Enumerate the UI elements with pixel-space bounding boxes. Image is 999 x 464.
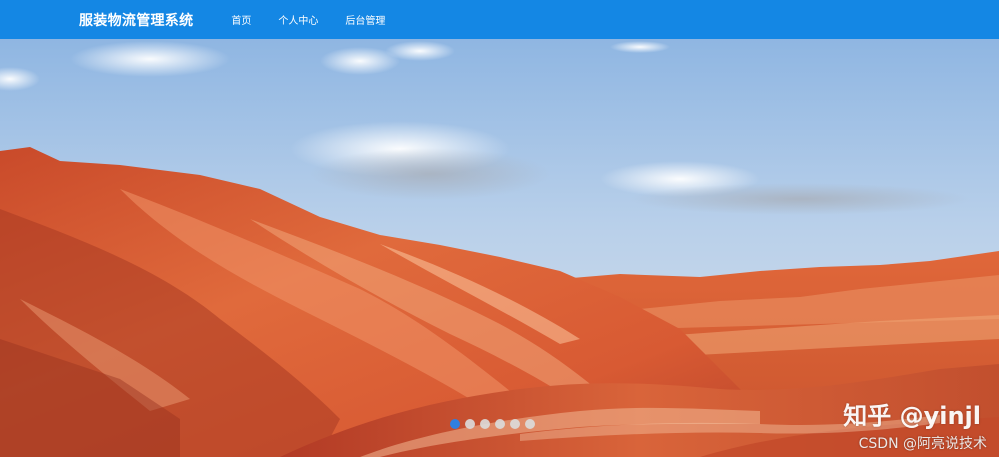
nav-link-admin[interactable]: 后台管理 (345, 12, 385, 27)
carousel-indicator-5[interactable] (510, 419, 520, 429)
nav-link-personal-center[interactable]: 个人中心 (278, 12, 318, 27)
hero-carousel[interactable] (0, 39, 999, 457)
csdn-watermark: CSDN @阿亮说技术 (858, 436, 987, 452)
main-nav: 首页 个人中心 后台管理 (231, 12, 412, 27)
nav-link-home[interactable]: 首页 (231, 12, 251, 27)
carousel-slide-image (0, 39, 999, 457)
carousel-indicators (450, 419, 535, 429)
zhihu-watermark: 知乎 @yinjl (843, 402, 981, 430)
app-root: 服装物流管理系统 首页 个人中心 后台管理 知乎 @yinjl CSDN @阿亮… (0, 0, 999, 464)
carousel-indicator-3[interactable] (480, 419, 490, 429)
site-title[interactable]: 服装物流管理系统 (79, 10, 193, 30)
page-bottom-strip (0, 457, 999, 464)
carousel-indicator-1[interactable] (450, 419, 460, 429)
carousel-indicator-6[interactable] (525, 419, 535, 429)
top-navbar: 服装物流管理系统 首页 个人中心 后台管理 (0, 0, 999, 39)
carousel-indicator-2[interactable] (465, 419, 475, 429)
carousel-indicator-4[interactable] (495, 419, 505, 429)
